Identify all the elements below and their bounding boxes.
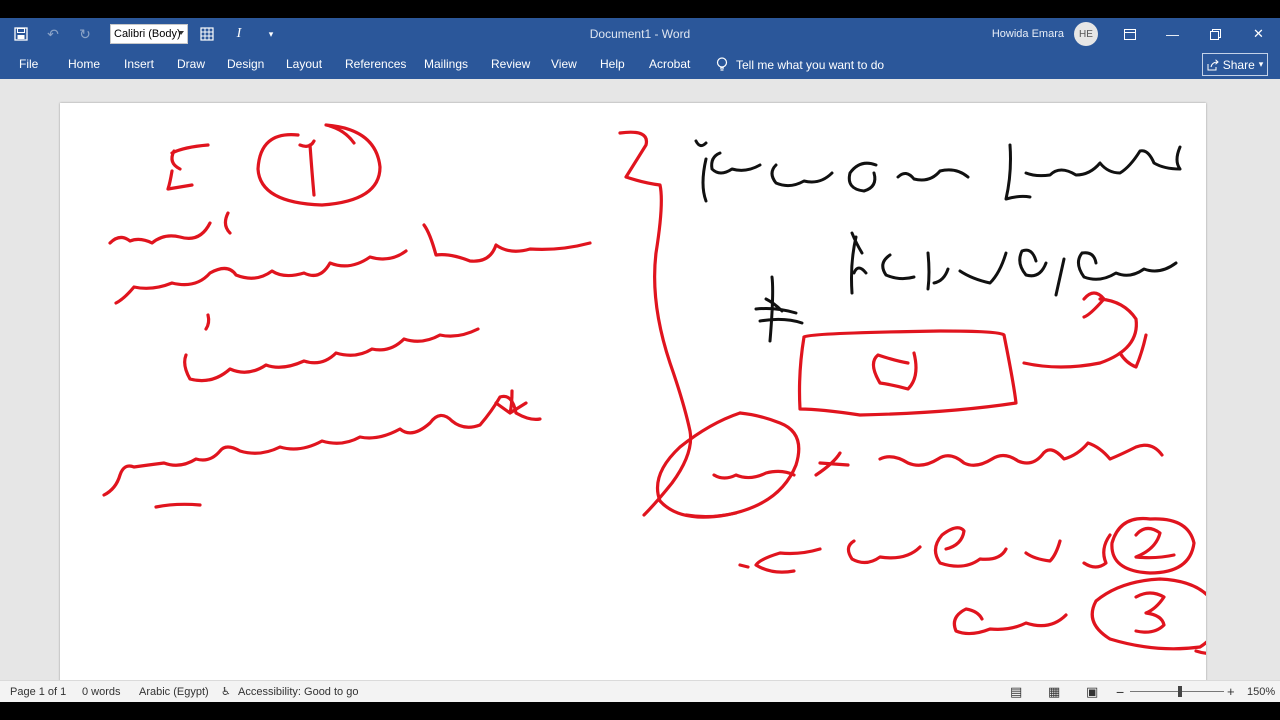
tab-home[interactable]: Home [68,50,100,79]
user-account[interactable]: Howida Emara HE [992,18,1098,50]
redo-icon[interactable]: ↻ [72,21,98,47]
tab-design[interactable]: Design [227,50,264,79]
word-count[interactable]: 0 words [82,681,121,703]
document-page[interactable] [60,103,1206,680]
close-icon[interactable]: ✕ [1237,18,1280,50]
title-bar: ↶ ↻ Calibri (Body) I ▾ Document1 - Word … [0,18,1280,50]
share-label: Share [1222,57,1255,72]
status-bar: Page 1 of 1 0 words Arabic (Egypt) ♿ Acc… [0,680,1280,702]
ribbon-tabs: File Home Insert Draw Design Layout Refe… [0,50,1280,79]
web-layout-icon[interactable]: ▣ [1086,681,1098,703]
accessibility-icon[interactable]: ♿ [221,681,231,703]
ribbon-display-options-icon[interactable] [1108,18,1151,50]
screen-border [0,702,1280,720]
document-canvas[interactable] [0,79,1280,680]
font-name-value: Calibri (Body) [114,28,181,40]
tab-references[interactable]: References [345,50,406,79]
handwritten-ink-drawing[interactable] [60,103,1206,680]
window-controls: — ✕ [1108,18,1280,50]
tab-file[interactable]: File [19,50,38,79]
share-button[interactable]: Share ▾ [1202,53,1268,76]
zoom-slider[interactable] [1130,691,1224,692]
tab-view[interactable]: View [551,50,577,79]
share-icon [1207,58,1219,70]
tab-review[interactable]: Review [491,50,530,79]
black-ink-strokes [694,139,1182,343]
minimize-icon[interactable]: — [1151,18,1194,50]
tell-me-search[interactable]: Tell me what you want to do [716,50,884,79]
tab-insert[interactable]: Insert [124,50,154,79]
quick-access-toolbar: ↶ ↻ Calibri (Body) I ▾ [8,18,284,50]
zoom-in-icon[interactable]: + [1227,681,1235,703]
lightbulb-icon [716,57,728,71]
zoom-slider-thumb[interactable] [1178,686,1182,697]
print-layout-icon[interactable]: ▦ [1048,681,1060,703]
font-name-box[interactable]: Calibri (Body) [110,24,188,44]
undo-icon[interactable]: ↶ [40,21,66,47]
tab-draw[interactable]: Draw [177,50,205,79]
restore-icon[interactable] [1194,18,1237,50]
zoom-level[interactable]: 150% [1247,681,1275,703]
user-name: Howida Emara [991,28,1064,40]
customize-qat-icon[interactable]: ▾ [258,21,284,47]
zoom-out-icon[interactable]: − [1116,681,1124,703]
page-count[interactable]: Page 1 of 1 [10,681,66,703]
tab-layout[interactable]: Layout [286,50,322,79]
tab-acrobat[interactable]: Acrobat [649,50,690,79]
language-indicator[interactable]: Arabic (Egypt) [139,681,209,703]
accessibility-status[interactable]: Accessibility: Good to go [238,681,358,703]
save-icon[interactable] [8,21,34,47]
italic-icon[interactable]: I [226,21,252,47]
tell-me-label: Tell me what you want to do [736,57,885,72]
chevron-down-icon [178,31,184,35]
table-icon[interactable] [194,21,220,47]
tab-help[interactable]: Help [600,50,625,79]
avatar[interactable]: HE [1074,22,1098,46]
read-mode-icon[interactable]: ▤ [1010,681,1022,703]
chevron-down-icon: ▾ [1258,59,1264,69]
tab-mailings[interactable]: Mailings [424,50,468,79]
red-ink-strokes [102,123,1206,655]
